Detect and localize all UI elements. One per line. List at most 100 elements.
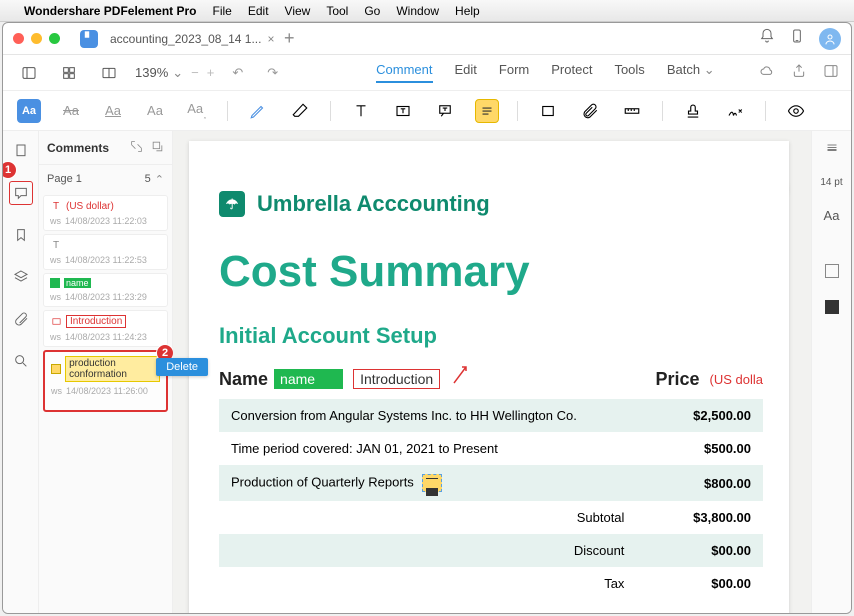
tab-comment[interactable]: Comment bbox=[376, 62, 432, 83]
table-row: Time period covered: JAN 01, 2021 to Pre… bbox=[219, 432, 763, 465]
comments-header: Comments bbox=[39, 131, 172, 165]
highlight-text-button[interactable]: Aa bbox=[17, 99, 41, 123]
pencil-button[interactable] bbox=[246, 99, 270, 123]
document-tab[interactable]: accounting_2023_08_14 1... × bbox=[106, 32, 266, 46]
strikethrough-button[interactable]: Aa bbox=[59, 99, 83, 123]
table-row: Subtotal$3,800.00 bbox=[219, 501, 763, 534]
highlight-annot-icon bbox=[50, 278, 60, 288]
tab-tools[interactable]: Tools bbox=[614, 62, 644, 83]
sticky-note-annot[interactable] bbox=[422, 474, 442, 492]
text-annot-icon: T bbox=[50, 239, 62, 251]
col-name: Name bbox=[219, 369, 268, 390]
table-header-row: Name name Introduction Price (US dolla bbox=[219, 367, 763, 391]
textbox-button[interactable] bbox=[391, 99, 415, 123]
app-name[interactable]: Wondershare PDFelement Pro bbox=[24, 4, 197, 18]
comment-item[interactable]: Introduction ws14/08/2023 11:24:23 bbox=[43, 310, 168, 347]
fill-solid-icon[interactable] bbox=[821, 299, 843, 315]
menu-go[interactable]: Go bbox=[364, 4, 380, 18]
undo-button[interactable]: ↶ bbox=[226, 61, 249, 85]
text-button[interactable] bbox=[349, 99, 373, 123]
font-size-label[interactable]: 14 pt bbox=[820, 177, 842, 188]
comment-item[interactable]: T ws14/08/2023 11:22:53 bbox=[43, 234, 168, 270]
menu-view[interactable]: View bbox=[285, 4, 311, 18]
bell-icon[interactable] bbox=[759, 28, 775, 49]
tab-form[interactable]: Form bbox=[499, 62, 529, 83]
tab-protect[interactable]: Protect bbox=[551, 62, 592, 83]
panel-toggle-icon[interactable] bbox=[823, 63, 839, 82]
thumbnails-button[interactable] bbox=[9, 139, 33, 163]
minimize-window-button[interactable] bbox=[31, 33, 42, 44]
callout-button[interactable] bbox=[433, 99, 457, 123]
format-icon[interactable] bbox=[821, 141, 843, 157]
right-rail: 14 pt Aa bbox=[811, 131, 851, 613]
fill-square-icon[interactable] bbox=[821, 263, 843, 279]
share-icon[interactable] bbox=[791, 63, 807, 82]
zoom-window-button[interactable] bbox=[49, 33, 60, 44]
close-window-button[interactable] bbox=[13, 33, 24, 44]
tab-batch[interactable]: Batch ⌄ bbox=[667, 62, 715, 83]
table-row: Tax$00.00 bbox=[219, 567, 763, 600]
menu-edit[interactable]: Edit bbox=[248, 4, 269, 18]
intro-box-annot[interactable]: Introduction bbox=[353, 369, 440, 389]
search-rail-button[interactable] bbox=[9, 349, 33, 373]
measure-button[interactable] bbox=[620, 99, 644, 123]
redo-button[interactable]: ↷ bbox=[261, 61, 284, 85]
document-canvas[interactable]: ☂ Umbrella Acccounting Cost Summary Init… bbox=[173, 131, 811, 613]
page-label: Page 1 bbox=[47, 173, 82, 185]
comment-item[interactable]: name ws14/08/2023 11:23:29 bbox=[43, 273, 168, 307]
usd-text-annot[interactable]: (US dolla bbox=[710, 372, 763, 387]
show-hide-button[interactable] bbox=[784, 99, 808, 123]
expand-icon[interactable] bbox=[130, 140, 143, 156]
left-rail: 1 bbox=[3, 131, 39, 613]
comments-page-row[interactable]: Page 1 5 ⌃ bbox=[39, 165, 172, 193]
menu-window[interactable]: Window bbox=[396, 4, 439, 18]
popout-icon[interactable] bbox=[151, 140, 164, 156]
note-annot-icon bbox=[51, 364, 61, 374]
titlebar: ▘ accounting_2023_08_14 1... × + bbox=[3, 23, 851, 55]
reading-view-button[interactable] bbox=[95, 61, 123, 85]
layers-button[interactable] bbox=[9, 265, 33, 289]
arrow-annot bbox=[450, 361, 470, 385]
font-aa-button[interactable]: Aa bbox=[824, 208, 840, 223]
col-price: Price bbox=[655, 369, 699, 390]
menu-file[interactable]: File bbox=[213, 4, 232, 18]
comments-list: T(US dollar) ws14/08/2023 11:22:03 T ws1… bbox=[39, 193, 172, 613]
attachments-rail-button[interactable] bbox=[9, 307, 33, 331]
comment-count: 5 bbox=[145, 173, 151, 185]
name-highlight-annot[interactable]: name bbox=[274, 369, 343, 389]
stamp-button[interactable] bbox=[681, 99, 705, 123]
comment-item[interactable]: T(US dollar) ws14/08/2023 11:22:03 bbox=[43, 195, 168, 231]
text-annot-icon: T bbox=[50, 200, 62, 212]
window-controls bbox=[13, 33, 60, 44]
comment-text: production conformation bbox=[65, 356, 160, 382]
sticky-note-button[interactable] bbox=[475, 99, 499, 123]
app-favicon: ▘ bbox=[80, 30, 98, 48]
zoom-control[interactable]: 139% ⌄ − + bbox=[135, 65, 214, 81]
rectangle-button[interactable] bbox=[536, 99, 560, 123]
menu-tool[interactable]: Tool bbox=[326, 4, 348, 18]
comment-text: (US dollar) bbox=[66, 201, 114, 212]
table-row: Discount$00.00 bbox=[219, 534, 763, 567]
delete-button[interactable]: Delete bbox=[156, 358, 208, 376]
grid-view-button[interactable] bbox=[55, 61, 83, 85]
comment-item-selected[interactable]: 2 production conformation ws14/08/2023 1… bbox=[43, 350, 168, 412]
phone-icon[interactable] bbox=[789, 28, 805, 49]
zoom-value: 139% bbox=[135, 65, 168, 80]
squiggly-button[interactable]: Aa bbox=[143, 99, 167, 123]
eraser-button[interactable] bbox=[288, 99, 312, 123]
sidebar-toggle-button[interactable] bbox=[15, 61, 43, 85]
comments-rail-button[interactable] bbox=[9, 181, 33, 205]
brand-row: ☂ Umbrella Acccounting bbox=[219, 191, 763, 217]
user-avatar[interactable] bbox=[819, 28, 841, 50]
caret-button[interactable]: Aa˰ bbox=[185, 99, 209, 123]
chevron-up-icon: ⌃ bbox=[155, 173, 164, 186]
attachment-button[interactable] bbox=[578, 99, 602, 123]
underline-button[interactable]: Aa bbox=[101, 99, 125, 123]
menu-help[interactable]: Help bbox=[455, 4, 480, 18]
brand-icon: ☂ bbox=[219, 191, 245, 217]
tab-edit[interactable]: Edit bbox=[455, 62, 477, 83]
signature-button[interactable] bbox=[723, 99, 747, 123]
new-tab-button[interactable]: + bbox=[274, 28, 305, 49]
cloud-icon[interactable] bbox=[759, 63, 775, 82]
bookmarks-button[interactable] bbox=[9, 223, 33, 247]
